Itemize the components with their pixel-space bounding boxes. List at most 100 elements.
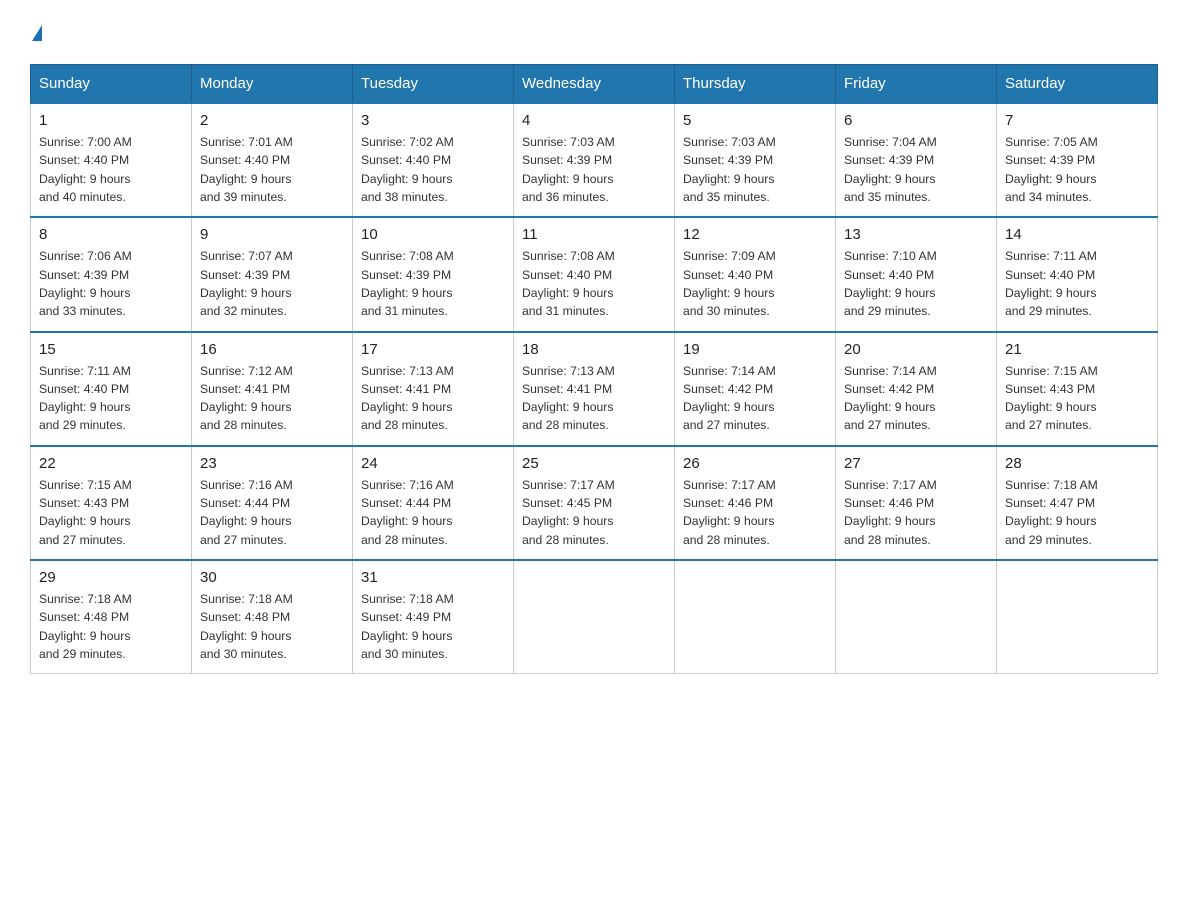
calendar-day-cell: 14 Sunrise: 7:11 AMSunset: 4:40 PMDaylig…: [997, 217, 1158, 331]
calendar-day-cell: 19 Sunrise: 7:14 AMSunset: 4:42 PMDaylig…: [675, 332, 836, 446]
calendar-day-cell: 18 Sunrise: 7:13 AMSunset: 4:41 PMDaylig…: [514, 332, 675, 446]
calendar-day-cell: 25 Sunrise: 7:17 AMSunset: 4:45 PMDaylig…: [514, 446, 675, 560]
day-info: Sunrise: 7:06 AMSunset: 4:39 PMDaylight:…: [39, 247, 183, 320]
calendar-day-cell: 3 Sunrise: 7:02 AMSunset: 4:40 PMDayligh…: [353, 103, 514, 217]
calendar-day-cell: 17 Sunrise: 7:13 AMSunset: 4:41 PMDaylig…: [353, 332, 514, 446]
calendar-day-cell: [997, 560, 1158, 674]
calendar-day-cell: 9 Sunrise: 7:07 AMSunset: 4:39 PMDayligh…: [192, 217, 353, 331]
page-header: [30, 20, 1158, 44]
day-number: 30: [200, 569, 344, 586]
day-info: Sunrise: 7:03 AMSunset: 4:39 PMDaylight:…: [522, 133, 666, 206]
day-number: 26: [683, 455, 827, 472]
weekday-header-sunday: Sunday: [31, 65, 192, 104]
day-info: Sunrise: 7:13 AMSunset: 4:41 PMDaylight:…: [361, 362, 505, 435]
day-info: Sunrise: 7:07 AMSunset: 4:39 PMDaylight:…: [200, 247, 344, 320]
day-number: 23: [200, 455, 344, 472]
logo-triangle-icon: [32, 25, 42, 41]
calendar-week-row: 22 Sunrise: 7:15 AMSunset: 4:43 PMDaylig…: [31, 446, 1158, 560]
day-info: Sunrise: 7:14 AMSunset: 4:42 PMDaylight:…: [844, 362, 988, 435]
day-info: Sunrise: 7:11 AMSunset: 4:40 PMDaylight:…: [39, 362, 183, 435]
day-number: 25: [522, 455, 666, 472]
day-number: 1: [39, 112, 183, 129]
day-info: Sunrise: 7:02 AMSunset: 4:40 PMDaylight:…: [361, 133, 505, 206]
day-number: 29: [39, 569, 183, 586]
day-info: Sunrise: 7:18 AMSunset: 4:48 PMDaylight:…: [39, 590, 183, 663]
day-number: 9: [200, 226, 344, 243]
calendar-day-cell: 13 Sunrise: 7:10 AMSunset: 4:40 PMDaylig…: [836, 217, 997, 331]
calendar-day-cell: 27 Sunrise: 7:17 AMSunset: 4:46 PMDaylig…: [836, 446, 997, 560]
calendar-day-cell: [675, 560, 836, 674]
day-info: Sunrise: 7:13 AMSunset: 4:41 PMDaylight:…: [522, 362, 666, 435]
day-info: Sunrise: 7:01 AMSunset: 4:40 PMDaylight:…: [200, 133, 344, 206]
day-number: 24: [361, 455, 505, 472]
day-info: Sunrise: 7:05 AMSunset: 4:39 PMDaylight:…: [1005, 133, 1149, 206]
day-number: 11: [522, 226, 666, 243]
calendar-week-row: 15 Sunrise: 7:11 AMSunset: 4:40 PMDaylig…: [31, 332, 1158, 446]
day-number: 19: [683, 341, 827, 358]
day-info: Sunrise: 7:18 AMSunset: 4:49 PMDaylight:…: [361, 590, 505, 663]
day-number: 6: [844, 112, 988, 129]
day-number: 3: [361, 112, 505, 129]
day-number: 12: [683, 226, 827, 243]
day-info: Sunrise: 7:15 AMSunset: 4:43 PMDaylight:…: [1005, 362, 1149, 435]
calendar-day-cell: 1 Sunrise: 7:00 AMSunset: 4:40 PMDayligh…: [31, 103, 192, 217]
weekday-header-wednesday: Wednesday: [514, 65, 675, 104]
day-info: Sunrise: 7:15 AMSunset: 4:43 PMDaylight:…: [39, 476, 183, 549]
day-number: 22: [39, 455, 183, 472]
calendar-day-cell: 30 Sunrise: 7:18 AMSunset: 4:48 PMDaylig…: [192, 560, 353, 674]
day-info: Sunrise: 7:17 AMSunset: 4:45 PMDaylight:…: [522, 476, 666, 549]
day-number: 15: [39, 341, 183, 358]
day-info: Sunrise: 7:14 AMSunset: 4:42 PMDaylight:…: [683, 362, 827, 435]
day-info: Sunrise: 7:12 AMSunset: 4:41 PMDaylight:…: [200, 362, 344, 435]
calendar-day-cell: 10 Sunrise: 7:08 AMSunset: 4:39 PMDaylig…: [353, 217, 514, 331]
day-number: 8: [39, 226, 183, 243]
calendar-day-cell: 7 Sunrise: 7:05 AMSunset: 4:39 PMDayligh…: [997, 103, 1158, 217]
calendar-day-cell: [836, 560, 997, 674]
weekday-header-row: SundayMondayTuesdayWednesdayThursdayFrid…: [31, 65, 1158, 104]
calendar-day-cell: 23 Sunrise: 7:16 AMSunset: 4:44 PMDaylig…: [192, 446, 353, 560]
day-info: Sunrise: 7:16 AMSunset: 4:44 PMDaylight:…: [200, 476, 344, 549]
day-info: Sunrise: 7:17 AMSunset: 4:46 PMDaylight:…: [844, 476, 988, 549]
calendar-day-cell: 8 Sunrise: 7:06 AMSunset: 4:39 PMDayligh…: [31, 217, 192, 331]
day-number: 5: [683, 112, 827, 129]
calendar-day-cell: 31 Sunrise: 7:18 AMSunset: 4:49 PMDaylig…: [353, 560, 514, 674]
weekday-header-friday: Friday: [836, 65, 997, 104]
calendar-day-cell: 22 Sunrise: 7:15 AMSunset: 4:43 PMDaylig…: [31, 446, 192, 560]
calendar-day-cell: 26 Sunrise: 7:17 AMSunset: 4:46 PMDaylig…: [675, 446, 836, 560]
day-number: 7: [1005, 112, 1149, 129]
calendar-day-cell: 5 Sunrise: 7:03 AMSunset: 4:39 PMDayligh…: [675, 103, 836, 217]
weekday-header-tuesday: Tuesday: [353, 65, 514, 104]
day-info: Sunrise: 7:03 AMSunset: 4:39 PMDaylight:…: [683, 133, 827, 206]
weekday-header-saturday: Saturday: [997, 65, 1158, 104]
day-info: Sunrise: 7:18 AMSunset: 4:47 PMDaylight:…: [1005, 476, 1149, 549]
day-number: 18: [522, 341, 666, 358]
day-number: 4: [522, 112, 666, 129]
calendar-day-cell: 12 Sunrise: 7:09 AMSunset: 4:40 PMDaylig…: [675, 217, 836, 331]
day-info: Sunrise: 7:10 AMSunset: 4:40 PMDaylight:…: [844, 247, 988, 320]
day-number: 20: [844, 341, 988, 358]
calendar-day-cell: 28 Sunrise: 7:18 AMSunset: 4:47 PMDaylig…: [997, 446, 1158, 560]
calendar-day-cell: [514, 560, 675, 674]
day-number: 17: [361, 341, 505, 358]
day-info: Sunrise: 7:11 AMSunset: 4:40 PMDaylight:…: [1005, 247, 1149, 320]
calendar-day-cell: 11 Sunrise: 7:08 AMSunset: 4:40 PMDaylig…: [514, 217, 675, 331]
calendar-day-cell: 29 Sunrise: 7:18 AMSunset: 4:48 PMDaylig…: [31, 560, 192, 674]
weekday-header-thursday: Thursday: [675, 65, 836, 104]
day-number: 27: [844, 455, 988, 472]
calendar-table: SundayMondayTuesdayWednesdayThursdayFrid…: [30, 64, 1158, 674]
day-info: Sunrise: 7:00 AMSunset: 4:40 PMDaylight:…: [39, 133, 183, 206]
day-number: 16: [200, 341, 344, 358]
calendar-day-cell: 2 Sunrise: 7:01 AMSunset: 4:40 PMDayligh…: [192, 103, 353, 217]
calendar-day-cell: 24 Sunrise: 7:16 AMSunset: 4:44 PMDaylig…: [353, 446, 514, 560]
day-info: Sunrise: 7:08 AMSunset: 4:40 PMDaylight:…: [522, 247, 666, 320]
calendar-day-cell: 16 Sunrise: 7:12 AMSunset: 4:41 PMDaylig…: [192, 332, 353, 446]
logo: [30, 20, 42, 44]
calendar-week-row: 1 Sunrise: 7:00 AMSunset: 4:40 PMDayligh…: [31, 103, 1158, 217]
day-number: 14: [1005, 226, 1149, 243]
calendar-day-cell: 20 Sunrise: 7:14 AMSunset: 4:42 PMDaylig…: [836, 332, 997, 446]
day-info: Sunrise: 7:18 AMSunset: 4:48 PMDaylight:…: [200, 590, 344, 663]
day-info: Sunrise: 7:08 AMSunset: 4:39 PMDaylight:…: [361, 247, 505, 320]
day-info: Sunrise: 7:17 AMSunset: 4:46 PMDaylight:…: [683, 476, 827, 549]
day-number: 10: [361, 226, 505, 243]
calendar-day-cell: 4 Sunrise: 7:03 AMSunset: 4:39 PMDayligh…: [514, 103, 675, 217]
